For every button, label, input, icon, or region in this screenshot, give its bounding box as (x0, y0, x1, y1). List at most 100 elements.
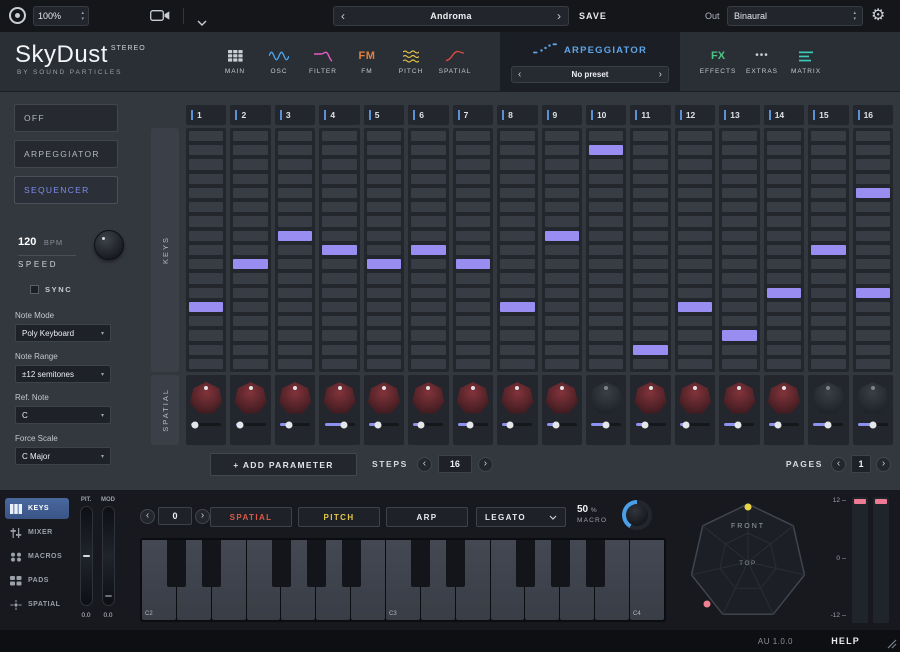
step-cell[interactable] (633, 188, 667, 198)
step-cell[interactable] (411, 159, 445, 169)
tab-osc[interactable]: OSC (257, 32, 301, 92)
step-slider[interactable] (636, 423, 666, 426)
step-cell[interactable] (189, 131, 223, 141)
step-cell[interactable] (722, 216, 756, 226)
step-cell[interactable] (367, 316, 401, 326)
step-cell[interactable] (767, 159, 801, 169)
piano-black-key[interactable] (167, 540, 186, 587)
step-cell[interactable] (767, 316, 801, 326)
octave-down-icon[interactable]: ‹ (140, 509, 155, 524)
spatial-knob[interactable] (190, 382, 223, 415)
video-camera-icon[interactable] (150, 9, 170, 27)
select-ref-note[interactable]: C▾ (15, 406, 111, 424)
piano-black-key[interactable] (342, 540, 361, 587)
tab-spatial[interactable]: SPATIAL (433, 32, 477, 92)
step-cell[interactable] (633, 231, 667, 241)
spatial-knob[interactable] (856, 382, 889, 415)
step-slider[interactable] (724, 423, 754, 426)
step-cell[interactable] (233, 273, 267, 283)
step-cell[interactable] (367, 131, 401, 141)
step-cell[interactable] (811, 216, 845, 226)
step-cell[interactable] (678, 302, 712, 312)
chevron-down-icon[interactable] (197, 13, 207, 31)
step-cell[interactable] (322, 330, 356, 340)
step-cell[interactable] (633, 216, 667, 226)
steps-decrement-icon[interactable]: ‹ (417, 457, 432, 472)
step-cell[interactable] (589, 302, 623, 312)
step-cell[interactable] (678, 330, 712, 340)
step-cell[interactable] (322, 174, 356, 184)
particle-dot-yellow[interactable] (745, 504, 752, 511)
step-cell[interactable] (545, 316, 579, 326)
step-cell[interactable] (411, 302, 445, 312)
step-cell[interactable] (456, 188, 490, 198)
step-cell[interactable] (500, 159, 534, 169)
step-cell[interactable] (500, 345, 534, 355)
select-note-range[interactable]: ±12 semitones▾ (15, 365, 111, 383)
piano-black-key[interactable] (446, 540, 465, 587)
step-cell[interactable] (678, 316, 712, 326)
step-cell[interactable] (278, 330, 312, 340)
sound-particles-logo-icon[interactable] (9, 7, 26, 24)
spatial-knob[interactable] (767, 382, 800, 415)
step-cell[interactable] (322, 259, 356, 269)
step-cell[interactable] (233, 174, 267, 184)
spatial-knob[interactable] (812, 382, 845, 415)
step-cell[interactable] (589, 245, 623, 255)
arp-preset-prev-icon[interactable]: ‹ (518, 70, 521, 80)
button-spatial[interactable]: SPATIAL (210, 507, 292, 527)
slider-thumb[interactable] (191, 421, 198, 428)
help-button[interactable]: HELP (831, 636, 860, 646)
step-cell[interactable] (811, 202, 845, 212)
step-cell[interactable] (367, 288, 401, 298)
step-cell[interactable] (545, 145, 579, 155)
step-cell[interactable] (678, 131, 712, 141)
step-cell[interactable] (811, 288, 845, 298)
step-cell[interactable] (678, 174, 712, 184)
step-cell[interactable] (722, 302, 756, 312)
sync-checkbox[interactable] (30, 285, 39, 294)
step-cell[interactable] (500, 216, 534, 226)
step-cell[interactable] (722, 345, 756, 355)
step-cell[interactable] (589, 145, 623, 155)
step-cell[interactable] (545, 359, 579, 369)
step-slider[interactable] (502, 423, 532, 426)
step-cell[interactable] (278, 288, 312, 298)
step-cell[interactable] (856, 202, 890, 212)
step-slider[interactable] (280, 423, 310, 426)
step-cell[interactable] (767, 288, 801, 298)
step-cell[interactable] (767, 188, 801, 198)
slider-thumb[interactable] (466, 421, 473, 428)
step-cell[interactable] (811, 273, 845, 283)
step-header[interactable]: 1 (186, 105, 226, 125)
resize-grip[interactable] (886, 638, 897, 649)
step-cell[interactable] (411, 245, 445, 255)
zoom-stepper-icon[interactable]: ▴▾ (81, 11, 84, 22)
output-mode-select[interactable]: Binaural ▴▾ (727, 6, 863, 26)
step-cell[interactable] (500, 231, 534, 241)
step-cell[interactable] (633, 259, 667, 269)
step-cell[interactable] (500, 202, 534, 212)
step-cell[interactable] (278, 174, 312, 184)
step-cell[interactable] (767, 359, 801, 369)
step-cell[interactable] (633, 316, 667, 326)
step-cell[interactable] (589, 231, 623, 241)
step-cell[interactable] (678, 345, 712, 355)
step-cell[interactable] (456, 316, 490, 326)
step-header[interactable]: 9 (542, 105, 582, 125)
step-cell[interactable] (456, 145, 490, 155)
slider-thumb[interactable] (552, 421, 559, 428)
step-cell[interactable] (589, 288, 623, 298)
tab-filter[interactable]: FILTER (301, 32, 345, 92)
step-cell[interactable] (767, 273, 801, 283)
step-cell[interactable] (856, 231, 890, 241)
step-header[interactable]: 7 (453, 105, 493, 125)
step-cell[interactable] (811, 316, 845, 326)
step-header[interactable]: 8 (497, 105, 537, 125)
piano-white-key[interactable]: C4 (630, 540, 664, 620)
slider-thumb[interactable] (683, 421, 690, 428)
step-cell[interactable] (856, 345, 890, 355)
step-cell[interactable] (233, 345, 267, 355)
step-cell[interactable] (367, 273, 401, 283)
add-parameter-button[interactable]: + ADD PARAMETER (210, 453, 357, 476)
